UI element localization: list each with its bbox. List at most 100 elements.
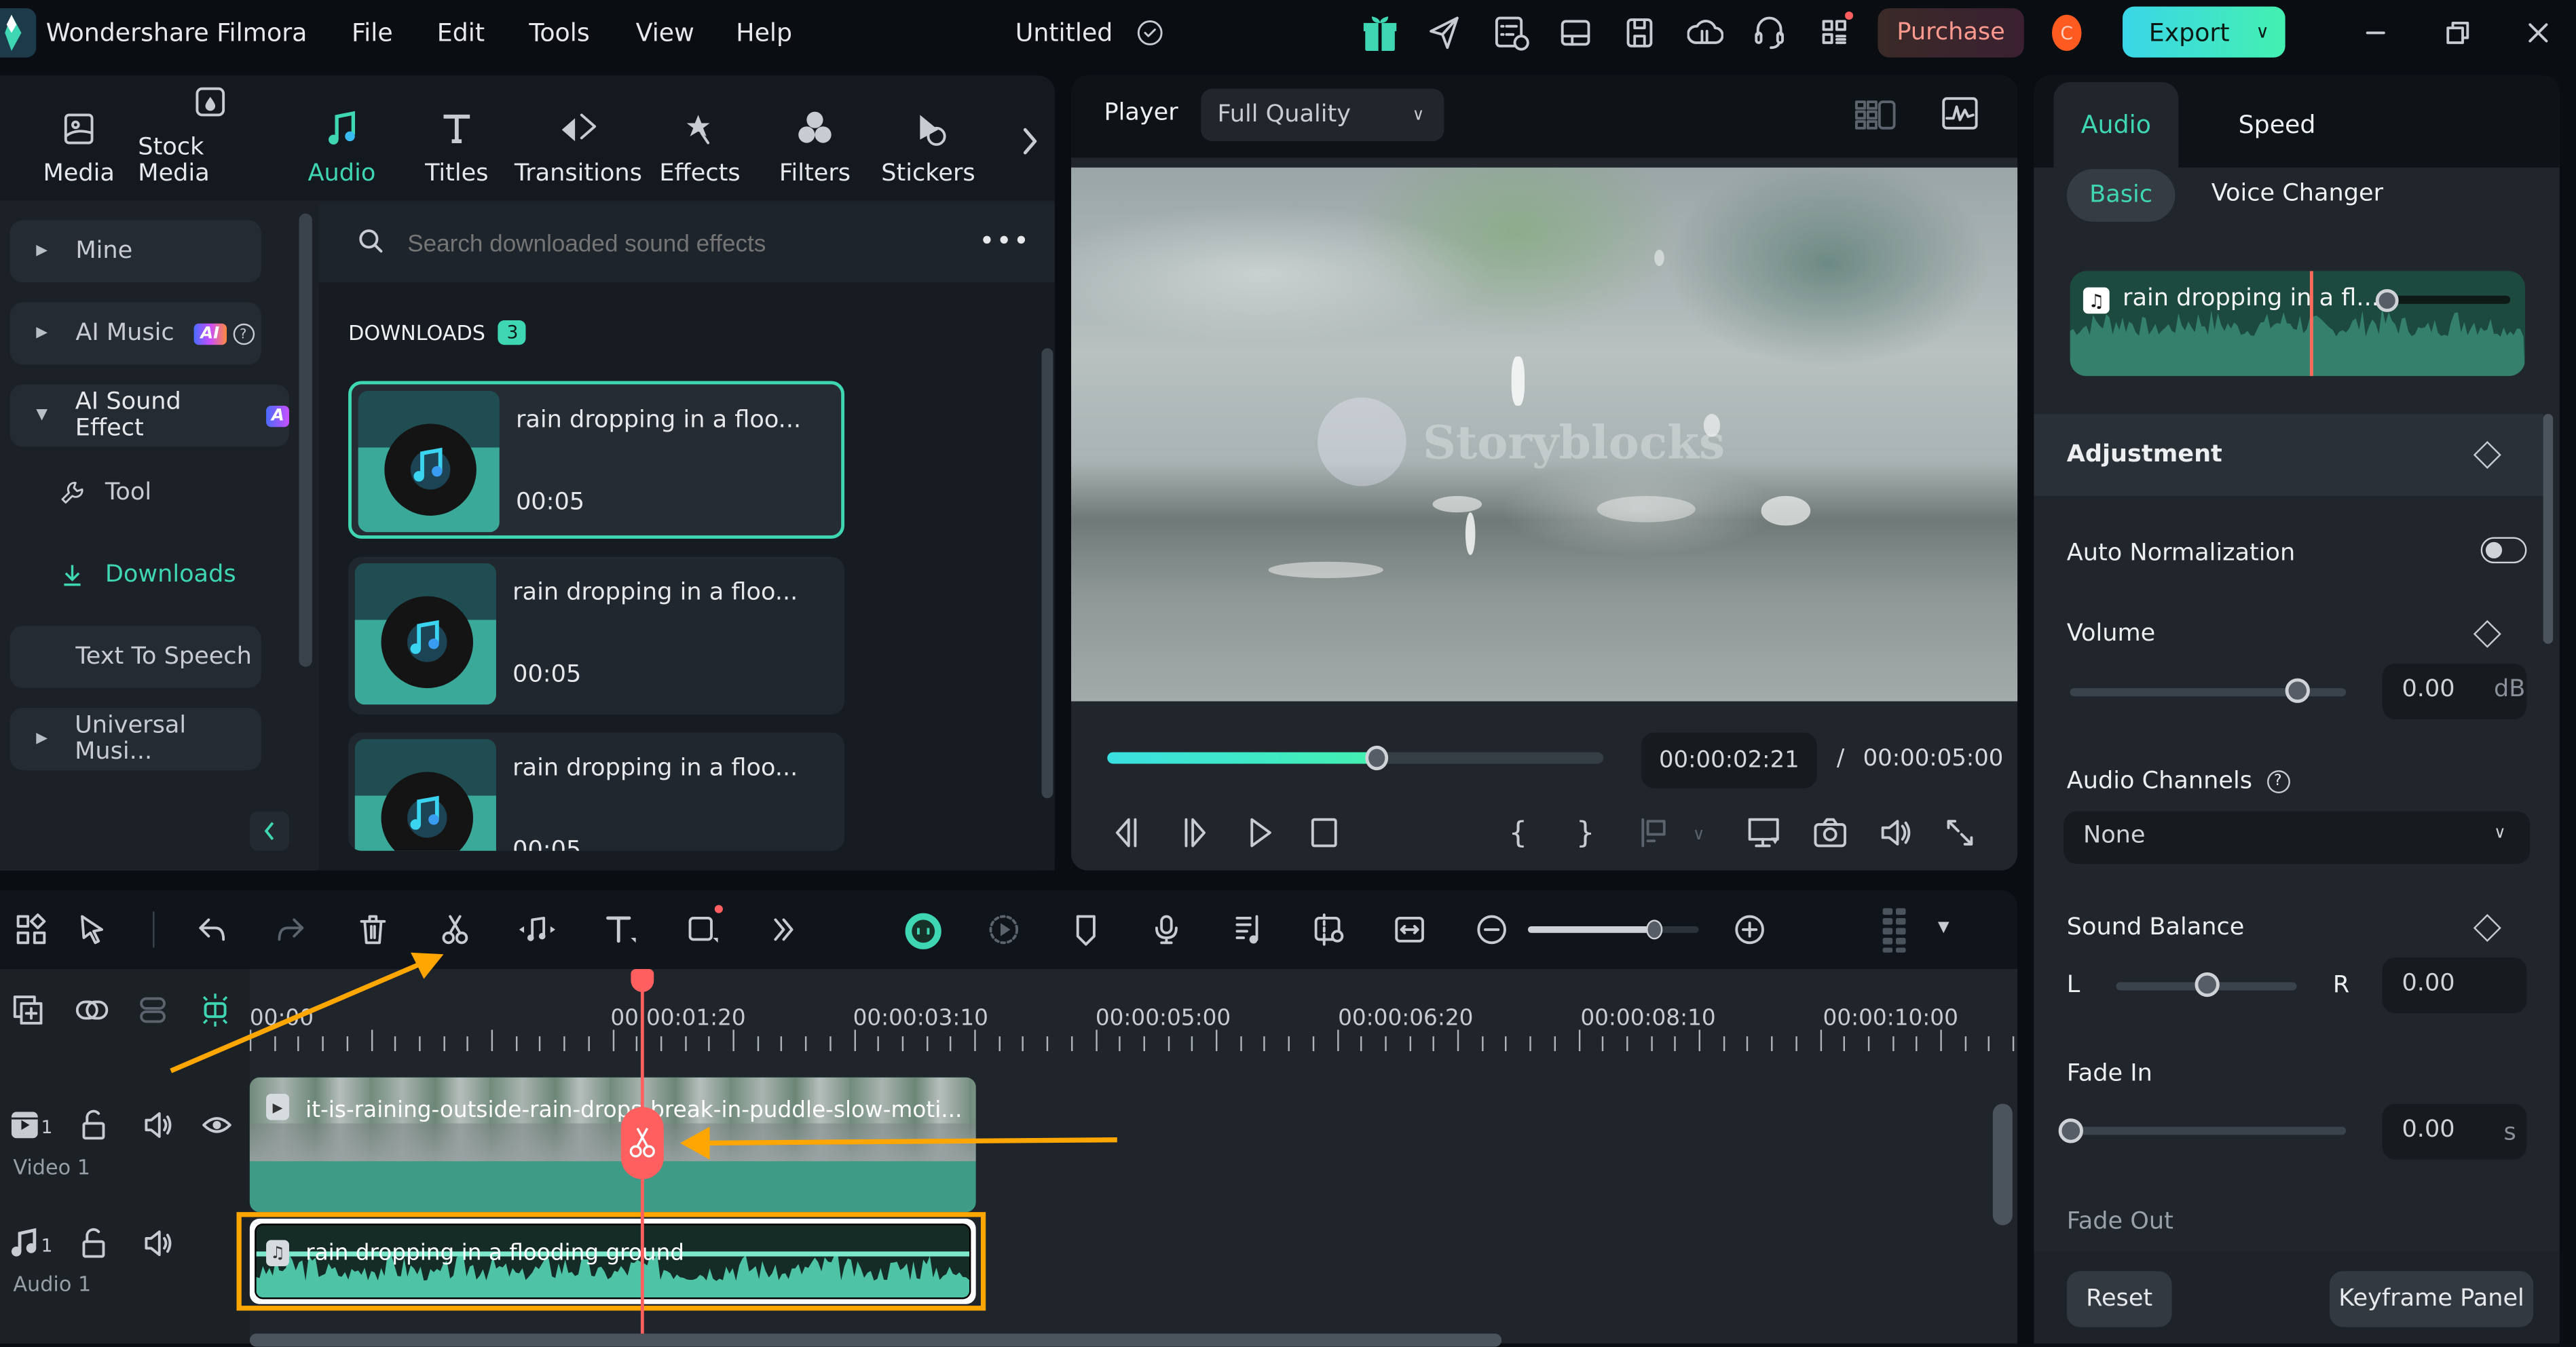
tab-filters[interactable]: Filters bbox=[769, 75, 861, 200]
timeline-horizontal-scrollbar[interactable] bbox=[249, 1333, 1502, 1347]
tabs-scroll-right-icon[interactable] bbox=[1015, 118, 1045, 164]
more-tools-icon[interactable] bbox=[766, 911, 802, 947]
undo-icon[interactable] bbox=[194, 911, 230, 947]
keyframe-diamond-icon[interactable] bbox=[2473, 620, 2501, 648]
layout-icon[interactable] bbox=[1557, 13, 1593, 52]
select-tool-icon[interactable] bbox=[75, 911, 111, 947]
link-clips-icon[interactable] bbox=[72, 992, 111, 1028]
current-time-box[interactable]: 00:00:02:21 bbox=[1641, 732, 1817, 789]
menu-view[interactable]: View bbox=[636, 18, 694, 48]
fit-timeline-icon[interactable] bbox=[1392, 911, 1427, 947]
sound-item[interactable]: rain dropping in a floo... 00:05 bbox=[348, 556, 845, 715]
subtab-basic[interactable]: Basic bbox=[2066, 169, 2176, 222]
split-scissors-icon[interactable] bbox=[437, 911, 473, 947]
minimize-icon[interactable] bbox=[2359, 16, 2392, 49]
ai-assistant-icon[interactable] bbox=[900, 908, 946, 954]
keyframe-diamond-icon[interactable] bbox=[2473, 913, 2501, 943]
export-button[interactable]: Export ∨ bbox=[2123, 6, 2285, 58]
sound-balance-input[interactable]: 0.00 bbox=[2382, 957, 2527, 1014]
category-ai-sound-effect[interactable]: ▼ AI Sound Effect A bbox=[10, 384, 289, 447]
apps-grid-icon[interactable] bbox=[1817, 11, 1854, 52]
magnetic-snap-icon[interactable] bbox=[195, 989, 235, 1031]
menu-help[interactable]: Help bbox=[736, 18, 792, 48]
fade-in-input[interactable]: 0.00 s bbox=[2382, 1103, 2527, 1160]
subtab-voice-changer[interactable]: Voice Changer bbox=[2211, 181, 2383, 207]
fade-in-knob[interactable] bbox=[2058, 1118, 2083, 1143]
snapshot-camera-icon[interactable] bbox=[1810, 814, 1850, 850]
headset-support-icon[interactable] bbox=[1751, 13, 1787, 52]
category-scrollbar[interactable] bbox=[299, 213, 312, 667]
category-text-to-speech[interactable]: Text To Speech bbox=[10, 626, 261, 689]
quality-select[interactable]: Full Quality ∨ bbox=[1201, 88, 1444, 142]
tab-stickers[interactable]: Stickers bbox=[880, 75, 975, 200]
volume-input[interactable]: 0.00 dB bbox=[2382, 663, 2527, 720]
text-tool-icon[interactable] bbox=[601, 911, 641, 947]
volume-icon[interactable] bbox=[1876, 814, 1916, 850]
search-input[interactable] bbox=[404, 223, 969, 267]
tab-audio-inspector[interactable]: Audio bbox=[2053, 82, 2179, 168]
keyframe-panel-button[interactable]: Keyframe Panel bbox=[2329, 1271, 2534, 1327]
clip-volume-knob[interactable] bbox=[2375, 288, 2399, 312]
track-height-icon[interactable] bbox=[1876, 903, 1916, 955]
sound-balance-knob[interactable] bbox=[2195, 972, 2220, 998]
clip-volume-track[interactable] bbox=[2385, 295, 2511, 304]
tab-effects[interactable]: Effects bbox=[654, 75, 746, 200]
tab-media[interactable]: Media bbox=[30, 75, 128, 200]
category-universal-music[interactable]: ▶ Universal Musi... bbox=[10, 708, 261, 771]
help-icon[interactable]: ? bbox=[2266, 770, 2290, 794]
delete-icon[interactable] bbox=[355, 911, 391, 947]
downloads-scrollbar[interactable] bbox=[1041, 348, 1053, 799]
menu-tools[interactable]: Tools bbox=[529, 18, 589, 48]
track-options-dropdown-icon[interactable]: ▼ bbox=[1932, 917, 1955, 940]
gift-icon[interactable] bbox=[1360, 12, 1400, 54]
auto-normalization-toggle[interactable] bbox=[2480, 537, 2527, 564]
reset-button[interactable]: Reset bbox=[2066, 1271, 2172, 1327]
auto-beat-sync-icon[interactable] bbox=[1231, 911, 1267, 947]
lock-track-icon[interactable] bbox=[75, 1226, 111, 1261]
mute-track-icon[interactable] bbox=[140, 1226, 176, 1261]
sound-item[interactable]: rain dropping in a floo... 00:05 bbox=[348, 732, 845, 851]
category-mine[interactable]: ▶ Mine bbox=[10, 220, 261, 283]
preview-clip-icon[interactable] bbox=[1309, 911, 1349, 947]
audio-channels-select[interactable]: None ∨ bbox=[2063, 811, 2531, 865]
close-icon[interactable] bbox=[2522, 16, 2554, 49]
split-marker[interactable] bbox=[620, 1107, 664, 1179]
crop-tool-icon[interactable] bbox=[684, 905, 723, 947]
fullscreen-icon[interactable] bbox=[1942, 814, 1978, 850]
next-frame-icon[interactable] bbox=[1178, 814, 1210, 850]
render-preview-icon[interactable] bbox=[986, 911, 1022, 947]
audio-meter-icon[interactable] bbox=[1939, 92, 1981, 135]
more-options-icon[interactable]: ••• bbox=[979, 225, 1030, 257]
volume-knob[interactable] bbox=[2285, 678, 2310, 703]
mute-track-icon[interactable] bbox=[140, 1107, 176, 1143]
sound-item[interactable]: rain dropping in a floo... 00:05 bbox=[348, 381, 845, 539]
stop-icon[interactable] bbox=[1308, 814, 1341, 850]
audio-edit-icon[interactable] bbox=[516, 911, 559, 947]
grid-view-icon[interactable] bbox=[1853, 95, 1899, 134]
cloud-sync-icon[interactable] bbox=[1685, 13, 1725, 52]
add-track-icon[interactable] bbox=[10, 992, 46, 1028]
layout-modes-icon[interactable] bbox=[13, 911, 49, 947]
record-voiceover-icon[interactable] bbox=[1149, 911, 1184, 947]
category-tool[interactable]: Tool bbox=[59, 480, 151, 506]
video-preview[interactable]: Storyblocks bbox=[1071, 167, 2018, 702]
tab-audio[interactable]: Audio bbox=[296, 75, 388, 200]
display-settings-icon[interactable] bbox=[1744, 814, 1784, 850]
timeline-zoom-slider[interactable] bbox=[1527, 919, 1699, 940]
purchase-button[interactable]: Purchase bbox=[1878, 8, 2024, 58]
play-icon[interactable] bbox=[1244, 814, 1276, 850]
restore-icon[interactable] bbox=[2442, 16, 2474, 49]
timeline-vertical-scrollbar[interactable] bbox=[1992, 1103, 2013, 1226]
category-ai-music[interactable]: ▶ AI Music AI ? bbox=[10, 302, 261, 365]
avatar[interactable]: C bbox=[2051, 14, 2082, 52]
mark-in-icon[interactable]: { bbox=[1505, 814, 1531, 850]
help-icon[interactable]: ? bbox=[232, 322, 255, 345]
video-clip[interactable]: ▶ it-is-raining-outside-rain-drops-break… bbox=[249, 1077, 976, 1213]
inspector-scrollbar[interactable] bbox=[2543, 413, 2554, 644]
menu-file[interactable]: File bbox=[352, 18, 393, 48]
send-icon[interactable] bbox=[1426, 13, 1462, 52]
save-icon[interactable] bbox=[1622, 13, 1658, 52]
tab-transitions[interactable]: Transitions bbox=[512, 75, 644, 200]
zoom-knob[interactable] bbox=[1646, 919, 1663, 940]
playhead-handle[interactable] bbox=[631, 968, 654, 992]
